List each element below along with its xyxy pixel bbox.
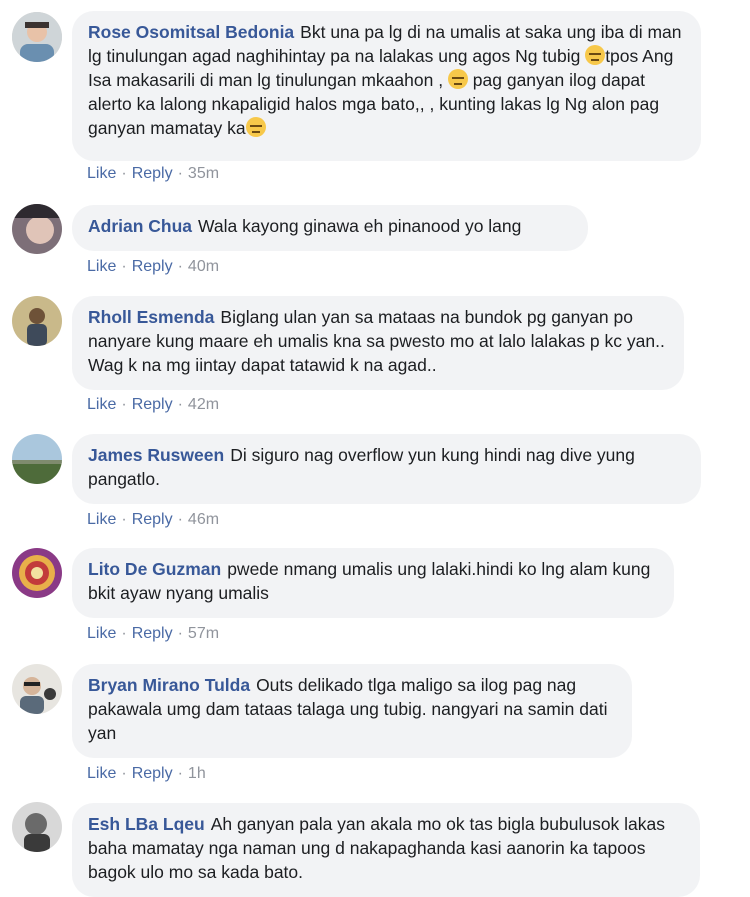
comment-timestamp[interactable]: 40m (188, 258, 219, 275)
comment-author[interactable]: Lito De Guzman (88, 559, 221, 579)
avatar[interactable] (12, 12, 62, 62)
comment-author[interactable]: Esh LBa Lqeu (88, 814, 205, 834)
comment-actions: Like · Reply · 46m (87, 511, 220, 528)
comment-bubble: Rose Osomitsal Bedonia Bkt una pa lg di n… (72, 11, 701, 161)
comment-actions: Like · Reply · 35m (87, 165, 220, 182)
unamused-face-emoji-icon (447, 69, 468, 89)
comment-author[interactable]: Rose Osomitsal Bedonia (88, 22, 294, 42)
avatar[interactable] (12, 802, 62, 852)
like-link[interactable]: Like (87, 511, 116, 528)
comment-actions: Like · Reply · 42m (87, 396, 220, 413)
comment-author[interactable]: Bryan Mirano Tulda (88, 675, 250, 695)
comment-actions: Like · Reply · 1h (87, 765, 206, 782)
comment-actions: Like · Reply · 57m (87, 625, 220, 642)
comment-timestamp[interactable]: 57m (188, 625, 219, 642)
like-link[interactable]: Like (87, 165, 116, 182)
pensive-face-emoji-icon (245, 117, 266, 137)
reply-link[interactable]: Reply (132, 165, 173, 182)
comment-actions: Like · Reply · 40m (87, 258, 220, 275)
avatar[interactable] (12, 434, 62, 484)
avatar[interactable] (12, 548, 62, 598)
comment-bubble: Esh LBa Lqeu Ah ganyan pala yan akala mo … (72, 803, 700, 897)
comment-timestamp[interactable]: 42m (188, 396, 219, 413)
comment-author[interactable]: Adrian Chua (88, 216, 192, 236)
comment-timestamp[interactable]: 35m (188, 165, 219, 182)
like-link[interactable]: Like (87, 765, 116, 782)
avatar[interactable] (12, 664, 62, 714)
comment-bubble: Bryan Mirano Tulda Outs delikado tlga mal… (72, 664, 632, 758)
comment-author[interactable]: Rholl Esmenda (88, 307, 214, 327)
comment-text: Wala kayong ginawa eh pinanood yo lang (198, 216, 522, 236)
comment-bubble: Rholl Esmenda Biglang ulan yan sa mataas … (72, 296, 684, 390)
comment-bubble: James Rusween Di siguro nag overflow yun … (72, 434, 701, 504)
avatar[interactable] (12, 204, 62, 254)
comment-author[interactable]: James Rusween (88, 445, 224, 465)
avatar[interactable] (12, 296, 62, 346)
like-link[interactable]: Like (87, 625, 116, 642)
reply-link[interactable]: Reply (132, 625, 173, 642)
like-link[interactable]: Like (87, 396, 116, 413)
reply-link[interactable]: Reply (132, 765, 173, 782)
reply-link[interactable]: Reply (132, 396, 173, 413)
comment-timestamp[interactable]: 46m (188, 511, 219, 528)
comment-timestamp[interactable]: 1h (188, 765, 206, 782)
comment-bubble: Adrian Chua Wala kayong ginawa eh pinanoo… (72, 205, 588, 251)
reply-link[interactable]: Reply (132, 511, 173, 528)
comment-bubble: Lito De Guzman pwede nmang umalis ung lal… (72, 548, 674, 618)
like-link[interactable]: Like (87, 258, 116, 275)
reply-link[interactable]: Reply (132, 258, 173, 275)
unamused-face-emoji-icon (585, 45, 606, 65)
